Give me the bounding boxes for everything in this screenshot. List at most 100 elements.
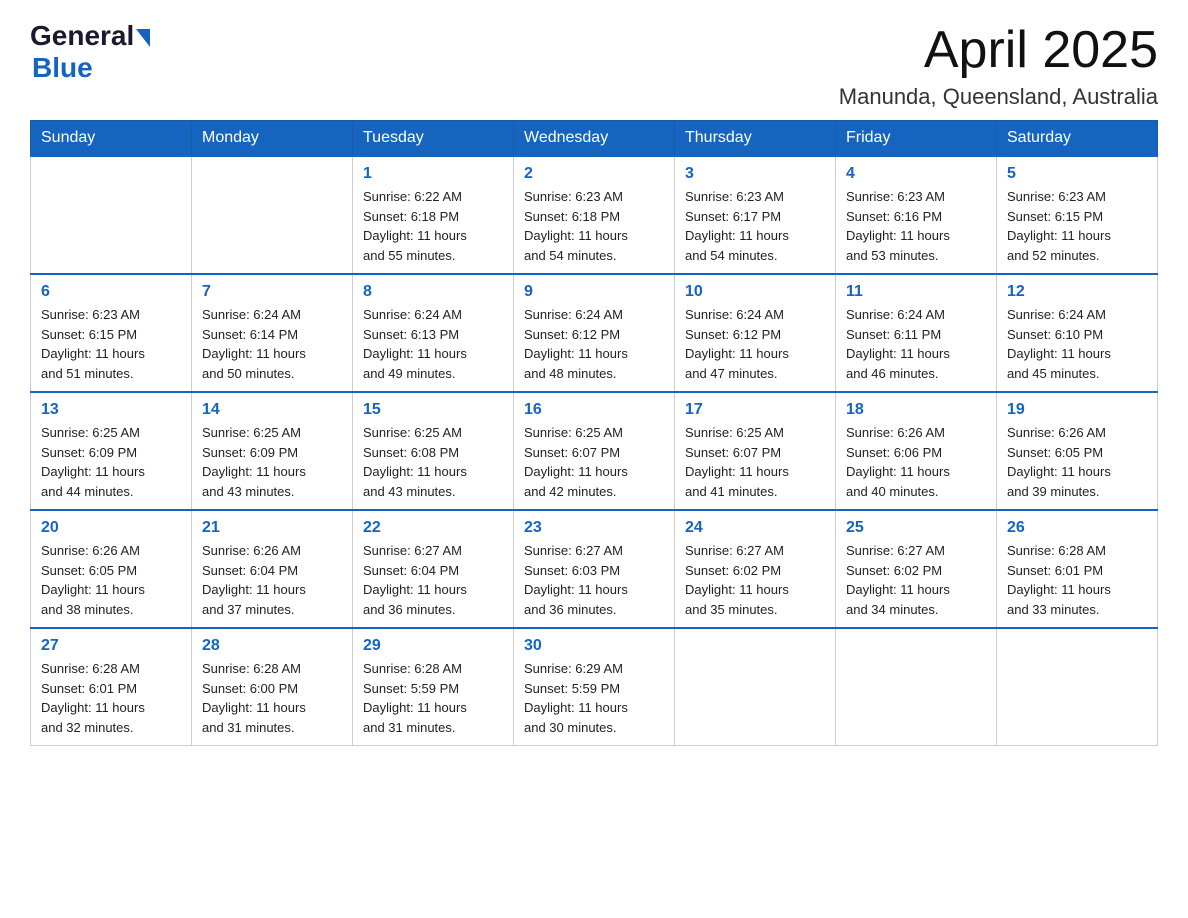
day-info: Sunrise: 6:23 AMSunset: 6:15 PMDaylight:… bbox=[41, 305, 181, 383]
day-number: 6 bbox=[41, 283, 181, 301]
day-number: 28 bbox=[202, 637, 342, 655]
weekday-header-tuesday: Tuesday bbox=[353, 121, 514, 157]
day-info: Sunrise: 6:23 AMSunset: 6:17 PMDaylight:… bbox=[685, 187, 825, 265]
calendar-cell: 21 Sunrise: 6:26 AMSunset: 6:04 PMDayligh… bbox=[192, 510, 353, 628]
calendar-cell bbox=[675, 628, 836, 746]
day-number: 5 bbox=[1007, 165, 1147, 183]
calendar-cell: 12 Sunrise: 6:24 AMSunset: 6:10 PMDayligh… bbox=[997, 274, 1158, 392]
day-info: Sunrise: 6:24 AMSunset: 6:13 PMDaylight:… bbox=[363, 305, 503, 383]
day-number: 1 bbox=[363, 165, 503, 183]
day-info: Sunrise: 6:29 AMSunset: 5:59 PMDaylight:… bbox=[524, 659, 664, 737]
day-info: Sunrise: 6:23 AMSunset: 6:18 PMDaylight:… bbox=[524, 187, 664, 265]
day-number: 18 bbox=[846, 401, 986, 419]
calendar-cell: 17 Sunrise: 6:25 AMSunset: 6:07 PMDayligh… bbox=[675, 392, 836, 510]
day-number: 29 bbox=[363, 637, 503, 655]
day-number: 7 bbox=[202, 283, 342, 301]
calendar-cell: 13 Sunrise: 6:25 AMSunset: 6:09 PMDayligh… bbox=[31, 392, 192, 510]
day-number: 17 bbox=[685, 401, 825, 419]
day-number: 4 bbox=[846, 165, 986, 183]
day-info: Sunrise: 6:25 AMSunset: 6:08 PMDaylight:… bbox=[363, 423, 503, 501]
calendar-cell bbox=[192, 156, 353, 274]
calendar-cell: 7 Sunrise: 6:24 AMSunset: 6:14 PMDaylight… bbox=[192, 274, 353, 392]
calendar-cell: 9 Sunrise: 6:24 AMSunset: 6:12 PMDaylight… bbox=[514, 274, 675, 392]
day-info: Sunrise: 6:24 AMSunset: 6:10 PMDaylight:… bbox=[1007, 305, 1147, 383]
calendar-cell: 28 Sunrise: 6:28 AMSunset: 6:00 PMDayligh… bbox=[192, 628, 353, 746]
calendar-cell: 8 Sunrise: 6:24 AMSunset: 6:13 PMDaylight… bbox=[353, 274, 514, 392]
day-number: 22 bbox=[363, 519, 503, 537]
calendar-cell: 4 Sunrise: 6:23 AMSunset: 6:16 PMDaylight… bbox=[836, 156, 997, 274]
day-number: 10 bbox=[685, 283, 825, 301]
calendar-week-row-2: 13 Sunrise: 6:25 AMSunset: 6:09 PMDayligh… bbox=[31, 392, 1158, 510]
calendar-cell: 22 Sunrise: 6:27 AMSunset: 6:04 PMDayligh… bbox=[353, 510, 514, 628]
day-info: Sunrise: 6:25 AMSunset: 6:07 PMDaylight:… bbox=[685, 423, 825, 501]
calendar-cell: 19 Sunrise: 6:26 AMSunset: 6:05 PMDayligh… bbox=[997, 392, 1158, 510]
weekday-header-row: SundayMondayTuesdayWednesdayThursdayFrid… bbox=[31, 121, 1158, 157]
day-info: Sunrise: 6:27 AMSunset: 6:03 PMDaylight:… bbox=[524, 541, 664, 619]
calendar-cell: 15 Sunrise: 6:25 AMSunset: 6:08 PMDayligh… bbox=[353, 392, 514, 510]
calendar-cell bbox=[997, 628, 1158, 746]
calendar-week-row-0: 1Sunrise: 6:22 AMSunset: 6:18 PMDaylight… bbox=[31, 156, 1158, 274]
day-number: 26 bbox=[1007, 519, 1147, 537]
day-number: 8 bbox=[363, 283, 503, 301]
day-number: 30 bbox=[524, 637, 664, 655]
calendar-table: SundayMondayTuesdayWednesdayThursdayFrid… bbox=[30, 120, 1158, 746]
day-number: 19 bbox=[1007, 401, 1147, 419]
calendar-cell: 27 Sunrise: 6:28 AMSunset: 6:01 PMDayligh… bbox=[31, 628, 192, 746]
day-info: Sunrise: 6:24 AMSunset: 6:12 PMDaylight:… bbox=[524, 305, 664, 383]
day-number: 13 bbox=[41, 401, 181, 419]
calendar-week-row-3: 20 Sunrise: 6:26 AMSunset: 6:05 PMDayligh… bbox=[31, 510, 1158, 628]
weekday-header-thursday: Thursday bbox=[675, 121, 836, 157]
calendar-cell: 3 Sunrise: 6:23 AMSunset: 6:17 PMDaylight… bbox=[675, 156, 836, 274]
day-number: 15 bbox=[363, 401, 503, 419]
calendar-cell bbox=[836, 628, 997, 746]
day-number: 21 bbox=[202, 519, 342, 537]
day-info: Sunrise: 6:26 AMSunset: 6:05 PMDaylight:… bbox=[41, 541, 181, 619]
month-title: April 2025 bbox=[839, 20, 1158, 80]
day-number: 9 bbox=[524, 283, 664, 301]
day-info: Sunrise: 6:26 AMSunset: 6:06 PMDaylight:… bbox=[846, 423, 986, 501]
calendar-week-row-1: 6 Sunrise: 6:23 AMSunset: 6:15 PMDaylight… bbox=[31, 274, 1158, 392]
calendar-cell: 10 Sunrise: 6:24 AMSunset: 6:12 PMDayligh… bbox=[675, 274, 836, 392]
day-info: Sunrise: 6:23 AMSunset: 6:16 PMDaylight:… bbox=[846, 187, 986, 265]
calendar-cell: 16Sunrise: 6:25 AMSunset: 6:07 PMDayligh… bbox=[514, 392, 675, 510]
calendar-cell: 20 Sunrise: 6:26 AMSunset: 6:05 PMDayligh… bbox=[31, 510, 192, 628]
calendar-week-row-4: 27 Sunrise: 6:28 AMSunset: 6:01 PMDayligh… bbox=[31, 628, 1158, 746]
calendar-cell: 1Sunrise: 6:22 AMSunset: 6:18 PMDaylight… bbox=[353, 156, 514, 274]
day-info: Sunrise: 6:23 AMSunset: 6:15 PMDaylight:… bbox=[1007, 187, 1147, 265]
calendar-cell: 6 Sunrise: 6:23 AMSunset: 6:15 PMDaylight… bbox=[31, 274, 192, 392]
calendar-cell: 30 Sunrise: 6:29 AMSunset: 5:59 PMDayligh… bbox=[514, 628, 675, 746]
day-number: 20 bbox=[41, 519, 181, 537]
title-block: April 2025 Manunda, Queensland, Australi… bbox=[839, 20, 1158, 110]
day-number: 12 bbox=[1007, 283, 1147, 301]
day-info: Sunrise: 6:26 AMSunset: 6:04 PMDaylight:… bbox=[202, 541, 342, 619]
day-info: Sunrise: 6:27 AMSunset: 6:02 PMDaylight:… bbox=[846, 541, 986, 619]
logo-general-text: General bbox=[30, 20, 134, 52]
day-number: 27 bbox=[41, 637, 181, 655]
calendar-cell bbox=[31, 156, 192, 274]
calendar-cell: 5 Sunrise: 6:23 AMSunset: 6:15 PMDaylight… bbox=[997, 156, 1158, 274]
day-info: Sunrise: 6:25 AMSunset: 6:09 PMDaylight:… bbox=[202, 423, 342, 501]
location-title: Manunda, Queensland, Australia bbox=[839, 84, 1158, 110]
day-number: 2 bbox=[524, 165, 664, 183]
day-info: Sunrise: 6:27 AMSunset: 6:04 PMDaylight:… bbox=[363, 541, 503, 619]
calendar-cell: 14 Sunrise: 6:25 AMSunset: 6:09 PMDayligh… bbox=[192, 392, 353, 510]
day-info: Sunrise: 6:28 AMSunset: 5:59 PMDaylight:… bbox=[363, 659, 503, 737]
calendar-cell: 23Sunrise: 6:27 AMSunset: 6:03 PMDayligh… bbox=[514, 510, 675, 628]
day-info: Sunrise: 6:24 AMSunset: 6:14 PMDaylight:… bbox=[202, 305, 342, 383]
day-info: Sunrise: 6:28 AMSunset: 6:00 PMDaylight:… bbox=[202, 659, 342, 737]
day-number: 14 bbox=[202, 401, 342, 419]
day-number: 16 bbox=[524, 401, 664, 419]
calendar-cell: 29 Sunrise: 6:28 AMSunset: 5:59 PMDayligh… bbox=[353, 628, 514, 746]
day-info: Sunrise: 6:26 AMSunset: 6:05 PMDaylight:… bbox=[1007, 423, 1147, 501]
weekday-header-wednesday: Wednesday bbox=[514, 121, 675, 157]
day-info: Sunrise: 6:25 AMSunset: 6:09 PMDaylight:… bbox=[41, 423, 181, 501]
calendar-cell: 2 Sunrise: 6:23 AMSunset: 6:18 PMDaylight… bbox=[514, 156, 675, 274]
day-number: 3 bbox=[685, 165, 825, 183]
calendar-cell: 18 Sunrise: 6:26 AMSunset: 6:06 PMDayligh… bbox=[836, 392, 997, 510]
calendar-cell: 25Sunrise: 6:27 AMSunset: 6:02 PMDayligh… bbox=[836, 510, 997, 628]
day-info: Sunrise: 6:24 AMSunset: 6:12 PMDaylight:… bbox=[685, 305, 825, 383]
weekday-header-saturday: Saturday bbox=[997, 121, 1158, 157]
day-info: Sunrise: 6:27 AMSunset: 6:02 PMDaylight:… bbox=[685, 541, 825, 619]
day-number: 24 bbox=[685, 519, 825, 537]
day-info: Sunrise: 6:28 AMSunset: 6:01 PMDaylight:… bbox=[41, 659, 181, 737]
